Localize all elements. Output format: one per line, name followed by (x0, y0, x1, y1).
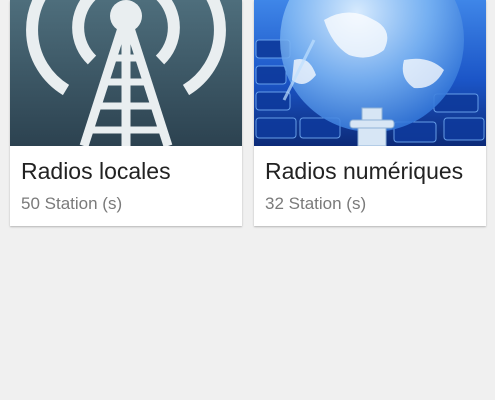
category-station-count: 32 Station (s) (265, 194, 367, 213)
category-card-digital-radios[interactable]: Radios numériques 32 Station (s) (254, 0, 486, 226)
category-title: Radios numériques (265, 158, 464, 184)
globe-keyboard-icon (254, 0, 486, 146)
category-card-local-radios[interactable]: Radios locales 50 Station (s) (10, 0, 242, 226)
category-title: Radios locales (21, 158, 171, 184)
category-grid: Radios locales 50 Station (s) Radios num… (0, 0, 495, 400)
radio-tower-icon (10, 0, 242, 146)
category-image-local-radios (10, 0, 242, 146)
category-station-count: 50 Station (s) (21, 194, 123, 213)
category-image-digital-radios (254, 0, 486, 146)
